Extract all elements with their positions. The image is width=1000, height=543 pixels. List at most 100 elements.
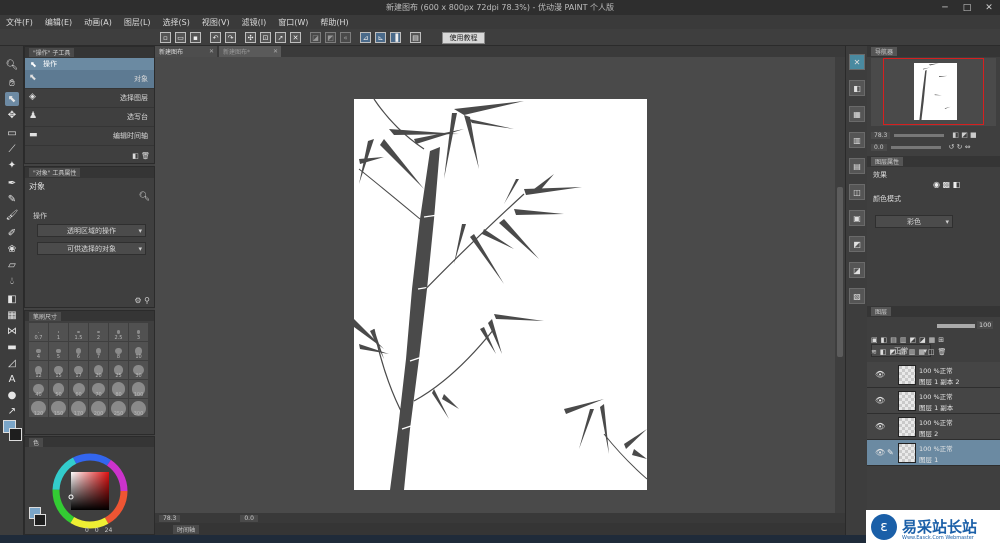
hand-tool-icon[interactable]: ✋︎ (5, 76, 19, 90)
brush-size-cell[interactable]: 3 (129, 323, 148, 341)
transparent-area-dropdown[interactable]: 透明区域的操作 (37, 224, 146, 237)
menu-help[interactable]: 帮助(H) (314, 17, 354, 28)
clear-icon[interactable]: ◪ (310, 32, 321, 43)
sub-tool-light-table[interactable]: ♟ 选写台 (25, 108, 154, 127)
correct-line-tool-icon[interactable]: ↗ (5, 404, 19, 418)
document-tab-inactive[interactable]: 新建图布* ✕ (219, 46, 281, 57)
selection-tool-icon[interactable]: ▭ (5, 126, 19, 140)
brush-tool-icon[interactable]: 🖌︎ (5, 208, 19, 222)
layer-property-tab[interactable]: 图层属性 (871, 157, 904, 166)
ruler-tool-icon[interactable]: ◿ (5, 356, 19, 370)
brush-size-cell[interactable]: 250 (109, 399, 128, 417)
close-tab-icon[interactable]: ✕ (209, 48, 214, 55)
approximate-color-icon[interactable]: ▥ (849, 132, 865, 148)
brush-size-cell[interactable]: 70 (89, 380, 108, 398)
material-image-icon[interactable]: ◩ (849, 236, 865, 252)
display-settings-icon[interactable]: ▤ (410, 32, 421, 43)
menu-window[interactable]: 窗口(W) (272, 17, 314, 28)
sub-tool-settings-icon[interactable]: ◧ 🗑︎ (132, 152, 150, 160)
brush-size-cell[interactable]: 2.5 (109, 323, 128, 341)
menu-file[interactable]: 文件(F) (0, 17, 39, 28)
layer-tab[interactable]: 图层 (871, 307, 892, 316)
brush-size-cell[interactable]: 6 (69, 342, 88, 360)
move-layer-tool-icon[interactable]: ✥ (5, 108, 19, 122)
brush-size-cell[interactable]: 20 (89, 361, 108, 379)
eye-icon[interactable]: 👁︎ (875, 396, 885, 405)
scroll-thumb[interactable] (837, 187, 843, 357)
navigator-zoom[interactable]: 78.3 (871, 131, 891, 139)
close-tab-icon-2[interactable]: ✕ (273, 48, 278, 55)
color-tab[interactable]: 色 (29, 437, 44, 447)
eye-icon[interactable]: 👁︎ (875, 370, 885, 379)
layer-row[interactable]: 👁︎ 100 %正常 图层 2 (867, 414, 1000, 440)
brush-size-cell[interactable]: 100 (129, 380, 148, 398)
color-set-icon[interactable]: ◧ (849, 80, 865, 96)
property-wrench-icon[interactable]: ⚙ ⚲ (134, 296, 150, 305)
menu-view[interactable]: 视图(V) (196, 17, 236, 28)
operation-tool-icon[interactable]: ⬉ (5, 92, 19, 106)
brush-size-cell[interactable]: 60 (69, 380, 88, 398)
opacity-slider[interactable] (937, 324, 975, 328)
menu-filter[interactable]: 滤镜(I) (236, 17, 273, 28)
close-panel-icon[interactable]: ✕ (849, 54, 865, 70)
lasso-tool-icon[interactable]: ⟋ (5, 142, 19, 156)
brush-size-cell[interactable]: 170 (69, 399, 88, 417)
intermediate-color-icon[interactable]: ▦ (849, 106, 865, 122)
navigator-rotate-buttons-icon[interactable]: ↺ ↻ ⇔ (949, 143, 971, 151)
close-button[interactable]: ✕ (978, 0, 1000, 15)
transform-icon[interactable]: ➚ (275, 32, 286, 43)
fill-tool-icon[interactable]: ◧ (5, 292, 19, 306)
effect-buttons-icon[interactable]: ◉ ▩ ◧ (933, 180, 960, 189)
tool-property-tab[interactable]: "对象" 工具属性 (29, 168, 81, 177)
brush-size-cell[interactable]: 120 (29, 399, 48, 417)
sub-tool-select-layer[interactable]: ◈ 选择图层 (25, 89, 154, 108)
menu-animation[interactable]: 动画(A) (78, 17, 118, 28)
menu-select[interactable]: 选择(S) (157, 17, 196, 28)
sub-tool-edit-timeline[interactable]: ▬ 编辑时间轴 (25, 127, 154, 146)
brush-size-cell[interactable]: 7 (89, 342, 108, 360)
sub-tool-tab[interactable]: "操作" 子工具 (29, 48, 75, 57)
save-icon[interactable]: ▪ (190, 32, 201, 43)
decoration-tool-icon[interactable]: ❀ (5, 242, 19, 256)
eye-icon[interactable]: 👁︎ (875, 422, 885, 431)
pen-tool-icon[interactable]: ✒ (5, 176, 19, 190)
drawing-canvas[interactable] (354, 99, 647, 490)
document-tab-active[interactable]: 新建图布 ✕ (155, 46, 217, 57)
brush-size-cell[interactable]: 4 (29, 342, 48, 360)
figure-tool-icon[interactable]: ⋈ (5, 324, 19, 338)
redo-icon[interactable]: ↷ (225, 32, 236, 43)
menu-edit[interactable]: 编辑(E) (39, 17, 78, 28)
brush-size-cell[interactable]: 0.7 (29, 323, 48, 341)
snap-ruler-icon[interactable]: ⊿ (360, 32, 371, 43)
eyedropper-tool-icon[interactable]: ✦ (5, 158, 19, 172)
color-mode-dropdown[interactable]: 彩色 (875, 215, 953, 228)
color-wheel[interactable] (50, 451, 130, 531)
text-tool-icon[interactable]: A (5, 372, 19, 386)
new-file-icon[interactable]: ▫ (160, 32, 171, 43)
eraser-tool-icon[interactable]: ▱ (5, 258, 19, 272)
selectable-object-dropdown[interactable]: 可供选择的对象 (37, 242, 146, 255)
snap-special-ruler-icon[interactable]: ⊾ (375, 32, 386, 43)
brush-size-cell[interactable]: 17 (69, 361, 88, 379)
material-icon[interactable]: ▣ (849, 210, 865, 226)
invert-icon[interactable]: « (340, 32, 351, 43)
deselect-icon[interactable]: ✣ (245, 32, 256, 43)
brush-size-cell[interactable]: 30 (129, 361, 148, 379)
sub-color-swatch[interactable] (9, 428, 22, 441)
maximize-button[interactable]: □ (956, 0, 978, 15)
brush-size-cell[interactable]: 80 (109, 380, 128, 398)
navigator-angle[interactable]: 0.0 (871, 143, 887, 151)
snap-grid-icon[interactable]: ▐ (390, 32, 401, 43)
tutorial-button[interactable]: 使用教程 (442, 32, 485, 44)
color-history-icon[interactable]: ▤ (849, 158, 865, 174)
open-file-icon[interactable]: ▭ (175, 32, 186, 43)
gradient-tool-icon[interactable]: ▦ (5, 308, 19, 322)
brush-size-cell[interactable]: 300 (129, 399, 148, 417)
brush-size-cell[interactable]: 50 (49, 380, 68, 398)
brush-size-cell[interactable]: 15 (49, 361, 68, 379)
color-sub-swatch[interactable] (34, 514, 46, 526)
item-bank-icon[interactable]: ▧ (849, 288, 865, 304)
angle-readout[interactable]: 0.0 (240, 514, 258, 522)
canvas-area[interactable] (155, 57, 835, 513)
menu-layer[interactable]: 图层(L) (118, 17, 157, 28)
